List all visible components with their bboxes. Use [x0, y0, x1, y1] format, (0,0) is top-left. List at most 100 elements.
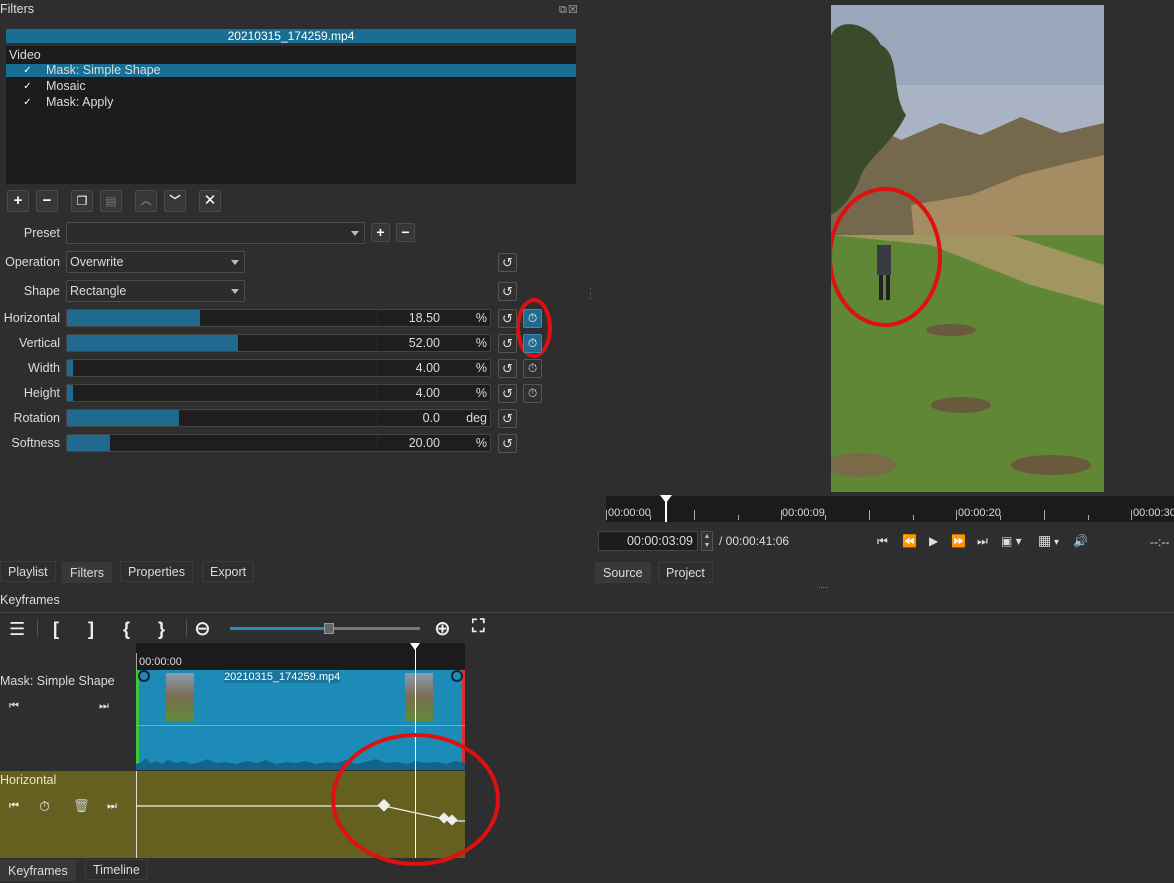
- height-keyframes-button[interactable]: ⏱: [523, 384, 542, 403]
- zoom-slider[interactable]: [230, 623, 420, 634]
- width-value[interactable]: 4.00: [416, 360, 440, 376]
- position-timecode[interactable]: 00:00:03:09: [598, 531, 698, 551]
- player-ruler[interactable]: 00:00:00 00:00:09 00:00:20 00:00:30: [606, 496, 1174, 522]
- zoom-slider-handle[interactable]: [324, 623, 334, 634]
- zoom-in-icon[interactable]: ⊕: [434, 616, 451, 641]
- grid-button[interactable]: ▦ ▾: [1038, 532, 1059, 549]
- rotation-slider[interactable]: 0.0 deg: [66, 409, 491, 427]
- preset-dropdown[interactable]: [66, 222, 365, 244]
- tab-keyframes[interactable]: Keyframes: [0, 860, 76, 881]
- filter-item-mosaic[interactable]: ✓ Mosaic: [6, 80, 576, 93]
- trash-icon[interactable]: 🗑: [73, 798, 90, 814]
- prev-keyframe-button[interactable]: ⏮: [9, 700, 19, 713]
- softness-value[interactable]: 20.00: [409, 435, 440, 451]
- tab-playlist[interactable]: Playlist: [0, 561, 56, 582]
- prev-keyframe-button[interactable]: ⏮: [9, 800, 19, 813]
- zoom-fit-icon[interactable]: ⛶: [472, 616, 485, 637]
- next-keyframe-button[interactable]: ⏭: [107, 800, 117, 813]
- softness-slider[interactable]: 20.00%: [66, 434, 491, 452]
- fade-out-handle[interactable]: [451, 670, 463, 682]
- filter-list-header: Video: [9, 48, 41, 62]
- tab-export[interactable]: Export: [202, 561, 255, 582]
- filter-list[interactable]: Video ✓ Mask: Simple Shape ✓ Mosaic ✓ Ma…: [6, 46, 576, 184]
- float-icon[interactable]: ⧉: [559, 4, 568, 16]
- filter-checkbox[interactable]: ✓: [22, 65, 33, 76]
- fade-in-handle[interactable]: [138, 670, 150, 682]
- ruler-tick-minor: [825, 515, 826, 520]
- rewind-button[interactable]: ⏪: [902, 534, 917, 548]
- stopwatch-icon: ⏱: [527, 336, 538, 350]
- tab-timeline[interactable]: Timeline: [85, 859, 148, 880]
- paste-icon: ▤: [105, 194, 117, 208]
- remove-filter-button[interactable]: −: [36, 190, 58, 212]
- deselect-filter-button[interactable]: ✕: [199, 190, 221, 212]
- tab-filters[interactable]: Filters: [62, 562, 113, 583]
- menu-icon[interactable]: ☰: [9, 619, 25, 640]
- reset-width-button[interactable]: ↺: [498, 359, 517, 378]
- play-button[interactable]: ▶: [929, 534, 938, 548]
- anim-out-button[interactable]: }: [158, 619, 165, 640]
- tab-project[interactable]: Project: [658, 562, 713, 583]
- anim-in-button[interactable]: {: [123, 619, 130, 640]
- horizontal-slider[interactable]: 18.50%: [66, 309, 491, 327]
- width-label: Width: [28, 361, 60, 375]
- close-icon[interactable]: ☒: [568, 4, 579, 16]
- move-up-button[interactable]: ︿: [135, 190, 157, 212]
- dropdown-arrow-icon: [231, 260, 239, 265]
- skip-to-start-button[interactable]: ⏮: [877, 534, 888, 549]
- filter-item-mask-apply[interactable]: ✓ Mask: Apply: [6, 96, 576, 109]
- height-label: Height: [23, 386, 60, 400]
- reset-vertical-button[interactable]: ↺: [498, 334, 517, 353]
- reset-operation-button[interactable]: ↺: [498, 253, 517, 272]
- skip-to-end-button[interactable]: ⏭: [977, 534, 988, 549]
- undo-icon: ↺: [502, 336, 513, 351]
- width-keyframes-button[interactable]: ⏱: [523, 359, 542, 378]
- stopwatch-icon[interactable]: ⏱: [39, 798, 50, 815]
- reset-rotation-button[interactable]: ↺: [498, 409, 517, 428]
- right-time-label: --:--: [1150, 535, 1170, 549]
- copy-filter-button[interactable]: ❐: [71, 190, 93, 212]
- splitter-handle[interactable]: ·····: [818, 582, 829, 592]
- zoom-out-icon[interactable]: ⊖: [194, 616, 211, 641]
- tab-properties[interactable]: Properties: [120, 561, 193, 582]
- fast-forward-button[interactable]: ⏩: [951, 534, 966, 548]
- reset-shape-button[interactable]: ↺: [498, 282, 517, 301]
- vertical-value[interactable]: 52.00: [409, 335, 440, 351]
- width-slider[interactable]: 4.00%: [66, 359, 491, 377]
- video-preview[interactable]: [831, 5, 1104, 492]
- filter-checkbox[interactable]: ✓: [22, 97, 33, 108]
- splitter-handle[interactable]: · · ·: [589, 284, 592, 303]
- horizontal-keyframes-button[interactable]: ⏱: [523, 309, 542, 328]
- copy-icon: ❐: [76, 194, 88, 208]
- volume-icon: 🔊: [1073, 534, 1088, 548]
- move-down-button[interactable]: ﹀: [164, 190, 186, 212]
- next-keyframe-button[interactable]: ⏭: [99, 700, 109, 713]
- vertical-slider[interactable]: 52.00%: [66, 334, 491, 352]
- horizontal-value[interactable]: 18.50: [409, 310, 440, 326]
- height-value[interactable]: 4.00: [416, 385, 440, 401]
- zoom-fit-button[interactable]: ▣ ▾: [1001, 534, 1022, 548]
- rotation-value[interactable]: 0.0: [423, 410, 440, 426]
- slider-separator: [377, 435, 378, 451]
- shape-dropdown[interactable]: Rectangle: [66, 280, 245, 302]
- volume-button[interactable]: 🔊: [1073, 534, 1088, 548]
- timecode-spinner[interactable]: ▲ ▼: [701, 531, 713, 551]
- delete-preset-button[interactable]: −: [396, 223, 415, 242]
- reset-softness-button[interactable]: ↺: [498, 434, 517, 453]
- height-slider[interactable]: 4.00%: [66, 384, 491, 402]
- ruler-tick: [1043, 510, 1045, 520]
- reset-height-button[interactable]: ↺: [498, 384, 517, 403]
- filter-item-mask-simple-shape[interactable]: ✓ Mask: Simple Shape: [6, 64, 576, 77]
- add-filter-button[interactable]: +: [7, 190, 29, 212]
- trim-out-button[interactable]: ]: [88, 619, 94, 640]
- save-preset-button[interactable]: +: [371, 223, 390, 242]
- tab-source[interactable]: Source: [595, 562, 651, 583]
- filter-checkbox[interactable]: ✓: [22, 81, 33, 92]
- operation-dropdown[interactable]: Overwrite: [66, 251, 245, 273]
- vertical-keyframes-button[interactable]: ⏱: [523, 334, 542, 353]
- panel-window-buttons[interactable]: ⧉☒: [559, 3, 579, 17]
- reset-horizontal-button[interactable]: ↺: [498, 309, 517, 328]
- slider-fill: [67, 410, 179, 426]
- trim-in-button[interactable]: [: [53, 619, 59, 640]
- paste-filter-button[interactable]: ▤: [100, 190, 122, 212]
